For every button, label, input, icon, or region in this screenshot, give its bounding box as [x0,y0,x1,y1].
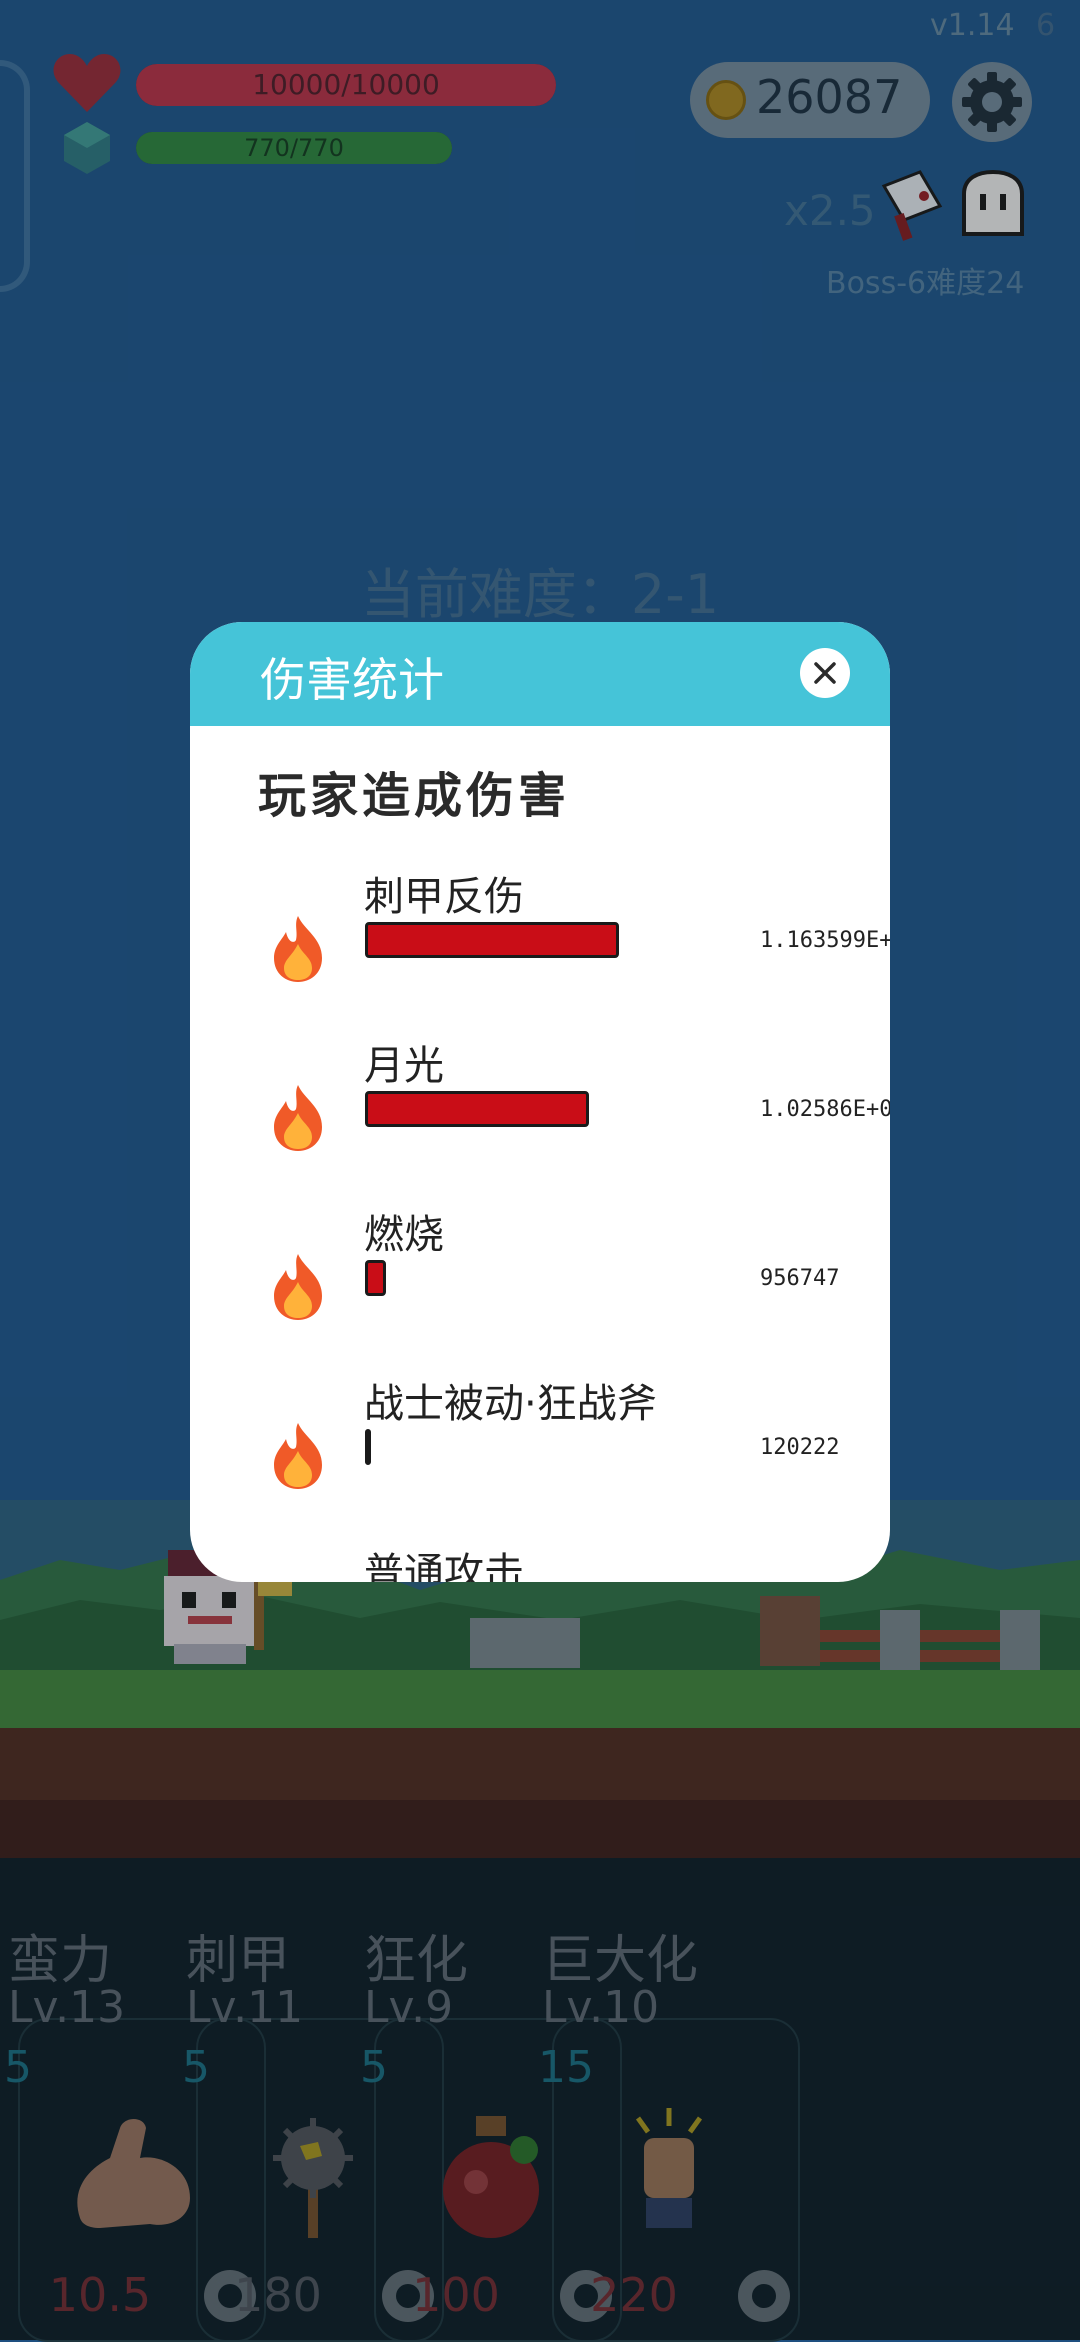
damage-row: 月光 1.02586E+07 [190,1033,890,1203]
section-title: 玩家造成伤害 [258,768,571,824]
damage-source-name: 刺甲反伤 [364,874,524,920]
close-button[interactable] [800,648,850,698]
damage-source-name: 普通攻击 [364,1550,524,1582]
damage-stats-dialog: 伤害统计 玩家造成伤害 刺甲反伤 1.163599E+07 月光 1.02586E+0… [190,622,890,1582]
flame-icon [274,1085,322,1151]
damage-bar [365,922,619,958]
damage-bar [365,1260,386,1296]
damage-value: 1.163599E+07 [760,928,890,953]
close-icon [814,662,836,684]
damage-row: 战士被动·狂战斧 120222 [190,1371,890,1541]
dialog-title: 伤害统计 [260,653,444,707]
flame-icon [274,1254,322,1320]
flame-icon [274,1423,322,1489]
damage-row: 普通攻击 [190,1540,890,1582]
damage-value: 956747 [760,1266,840,1291]
damage-bar [365,1091,590,1127]
flame-icon [274,916,322,982]
damage-value: 1.02586E+07 [760,1097,890,1122]
damage-value: 120222 [760,1435,840,1460]
damage-row: 燃烧 956747 [190,1202,890,1372]
damage-row: 刺甲反伤 1.163599E+07 [190,864,890,1034]
damage-bar [365,1429,371,1465]
damage-source-name: 月光 [364,1043,444,1089]
dialog-header: 伤害统计 [190,622,890,726]
damage-source-name: 战士被动·狂战斧 [364,1381,657,1427]
damage-source-name: 燃烧 [364,1212,444,1258]
